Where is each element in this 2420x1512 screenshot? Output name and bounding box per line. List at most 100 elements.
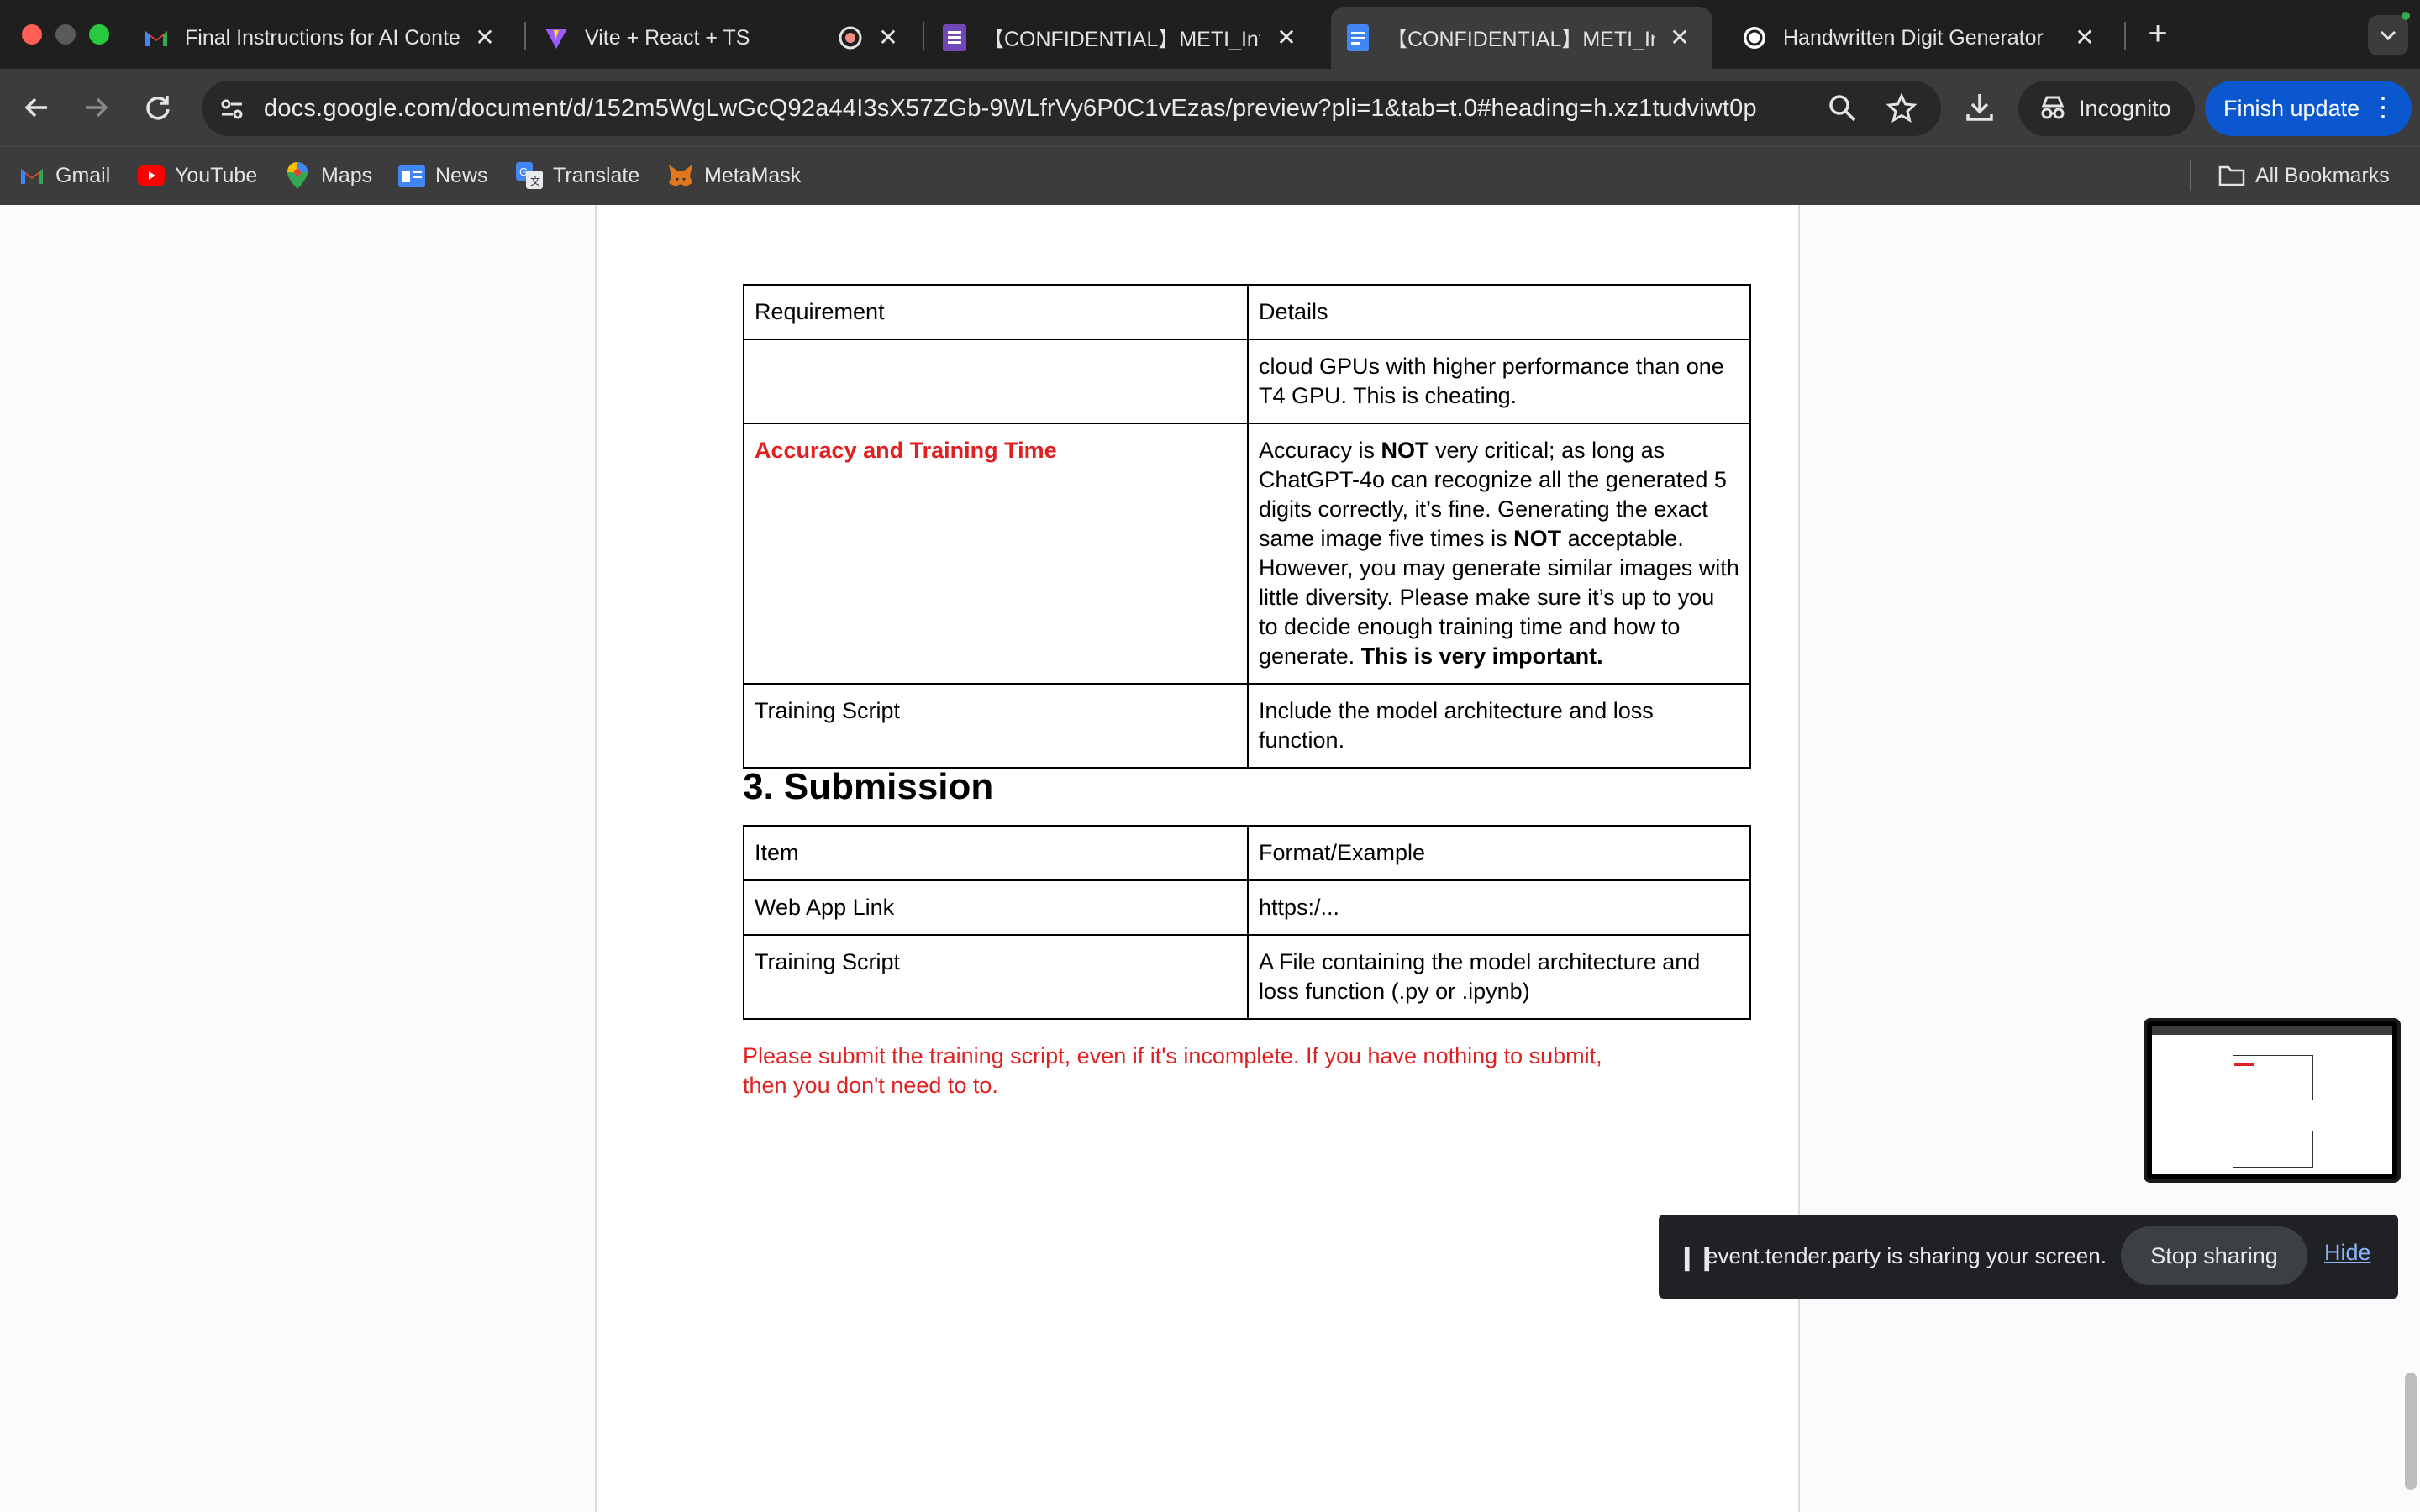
svg-text:G: G: [519, 165, 528, 178]
maps-pin-icon: [284, 162, 311, 189]
table-row: Training Script A File containing the mo…: [743, 934, 1751, 1020]
close-tab-icon[interactable]: ✕: [876, 25, 901, 50]
preview-thumbnail: [2152, 1026, 2392, 1174]
stop-sharing-button[interactable]: Stop sharing: [2121, 1226, 2307, 1285]
bookmark-label: MetaMask: [704, 163, 802, 187]
table-cell: Web App Link: [743, 879, 1249, 936]
screen-share-banner: ❙❙ event.tender.party is sharing your sc…: [1659, 1215, 2398, 1299]
site-info-icon[interactable]: [217, 94, 247, 124]
bookmark-label: Gmail: [55, 163, 111, 187]
table-row: cloud GPUs with higher performance than …: [743, 339, 1751, 424]
svg-text:文: 文: [530, 175, 540, 187]
tab-title: Handwritten Digit Generator: [1783, 25, 2044, 50]
tab-search-button[interactable]: [2368, 15, 2408, 55]
tab-title: 【CONFIDENTIAL】METI_Inte: [1386, 28, 1655, 51]
tab-digit-generator[interactable]: Handwritten Digit Generator ✕: [1731, 7, 2118, 69]
bookmarks-divider: [2190, 160, 2191, 191]
kebab-menu-icon[interactable]: ⋮: [2370, 92, 2396, 121]
address-bar[interactable]: docs.google.com/document/d/152m5WgLwGcQ9…: [202, 81, 1941, 136]
bookmark-metamask[interactable]: MetaMask: [667, 159, 801, 192]
tab-title: Vite + React + TS: [585, 25, 750, 50]
submission-note: Please submit the training script, even …: [743, 1043, 1602, 1098]
zoom-icon[interactable]: [1827, 92, 1859, 124]
table-cell: A File containing the model architecture…: [1247, 934, 1751, 1020]
table-header-row: Requirement Details: [743, 284, 1751, 340]
table-cell: https:/...: [1247, 879, 1751, 936]
update-label: Finish update: [2223, 95, 2360, 121]
gmail-icon: [143, 24, 170, 51]
reload-icon: [146, 96, 170, 120]
status-dot: [2402, 12, 2410, 20]
bold-text: NOT: [1513, 526, 1562, 551]
share-message: event.tender.party is sharing your scree…: [1706, 1243, 2107, 1268]
new-tab-button[interactable]: +: [2139, 17, 2176, 54]
download-icon[interactable]: [1963, 91, 1996, 124]
forward-button[interactable]: [76, 87, 116, 128]
vite-icon: [543, 24, 570, 51]
close-tab-icon[interactable]: ✕: [2072, 25, 2097, 50]
reload-button[interactable]: [138, 87, 178, 128]
bold-text: NOT: [1381, 438, 1429, 463]
tab-gmail[interactable]: Final Instructions for AI Conte ✕: [139, 7, 518, 69]
arrow-left-icon: [24, 97, 47, 118]
screen-share-preview[interactable]: [2144, 1018, 2401, 1183]
tab-title: Final Instructions for AI Conte: [185, 25, 460, 50]
bookmark-star-icon[interactable]: [1886, 92, 1918, 124]
bookmark-translate[interactable]: G文 Translate: [516, 159, 639, 192]
tab-vite[interactable]: Vite + React + TS: [543, 7, 820, 69]
document-viewport[interactable]: Requirement Details cloud GPUs with high…: [0, 205, 2420, 1512]
tab-strip: Final Instructions for AI Conte ✕ Vite +…: [0, 0, 2420, 69]
table-cell: cloud GPUs with higher performance than …: [1247, 339, 1751, 424]
docs-icon: [1344, 24, 1371, 51]
bookmark-news[interactable]: News: [398, 159, 488, 192]
bookmark-label: All Bookmarks: [2255, 163, 2390, 187]
bookmark-youtube[interactable]: YouTube: [138, 159, 257, 192]
incognito-indicator[interactable]: Incognito: [2018, 81, 2195, 136]
bookmark-label: Maps: [321, 163, 373, 187]
scrollbar-thumb[interactable]: [2405, 1373, 2417, 1490]
bookmark-maps[interactable]: Maps: [284, 159, 372, 192]
bold-text: This is very important.: [1360, 643, 1603, 669]
browser-toolbar: docs.google.com/document/d/152m5WgLwGcQ9…: [0, 69, 2420, 146]
folder-icon: [2218, 162, 2245, 189]
incognito-label: Incognito: [2079, 95, 2171, 121]
back-button[interactable]: [17, 87, 57, 128]
news-icon: [398, 162, 425, 189]
bookmark-gmail[interactable]: Gmail: [18, 159, 110, 192]
requirements-table: Requirement Details cloud GPUs with high…: [743, 284, 1751, 769]
close-tab-icon[interactable]: ✕: [472, 25, 497, 50]
zoom-window-button[interactable]: [89, 24, 109, 45]
close-tab-icon[interactable]: ✕: [1667, 25, 1692, 50]
table-cell: [743, 339, 1249, 424]
tab-docs-active[interactable]: 【CONFIDENTIAL】METI_Inte ✕: [1331, 7, 1712, 69]
table-header-cell: Details: [1247, 284, 1751, 340]
tab-recording[interactable]: ✕: [829, 7, 921, 69]
table-cell-highlight: Accuracy and Training Time: [743, 423, 1249, 685]
close-tab-icon[interactable]: ✕: [1274, 25, 1299, 50]
table-row: Accuracy and Training Time Accuracy is N…: [743, 423, 1751, 685]
incognito-icon: [2039, 94, 2067, 123]
url-text: docs.google.com/document/d/152m5WgLwGcQ9…: [264, 95, 1757, 122]
table-header-cell: Requirement: [743, 284, 1249, 340]
chevron-down-icon: [2380, 30, 2396, 41]
bookmark-label: YouTube: [175, 163, 258, 187]
hide-link[interactable]: Hide: [2324, 1240, 2371, 1266]
translate-icon: G文: [516, 162, 543, 189]
bookmark-label: Translate: [553, 163, 640, 187]
arrow-right-icon: [86, 97, 108, 118]
tab-title: 【CONFIDENTIAL】METI_Inte: [983, 28, 1260, 51]
text-run: Accuracy is: [1259, 438, 1381, 463]
table-header-cell: Format/Example: [1247, 825, 1751, 881]
table-header-row: Item Format/Example: [743, 825, 1751, 881]
table-row: Web App Link https:/...: [743, 879, 1751, 936]
metamask-fox-icon: [667, 162, 694, 189]
tab-forms[interactable]: 【CONFIDENTIAL】METI_Inte ✕: [941, 7, 1319, 69]
all-bookmarks-button[interactable]: All Bookmarks: [2218, 159, 2390, 192]
table-cell: Training Script: [743, 683, 1249, 769]
bookmark-label: News: [435, 163, 488, 187]
minimize-window-button[interactable]: [55, 24, 76, 45]
table-cell: Training Script: [743, 934, 1249, 1020]
table-cell: Accuracy is NOT very critical; as long a…: [1247, 423, 1751, 685]
finish-update-button[interactable]: Finish update ⋮: [2205, 81, 2412, 136]
close-window-button[interactable]: [22, 24, 42, 45]
